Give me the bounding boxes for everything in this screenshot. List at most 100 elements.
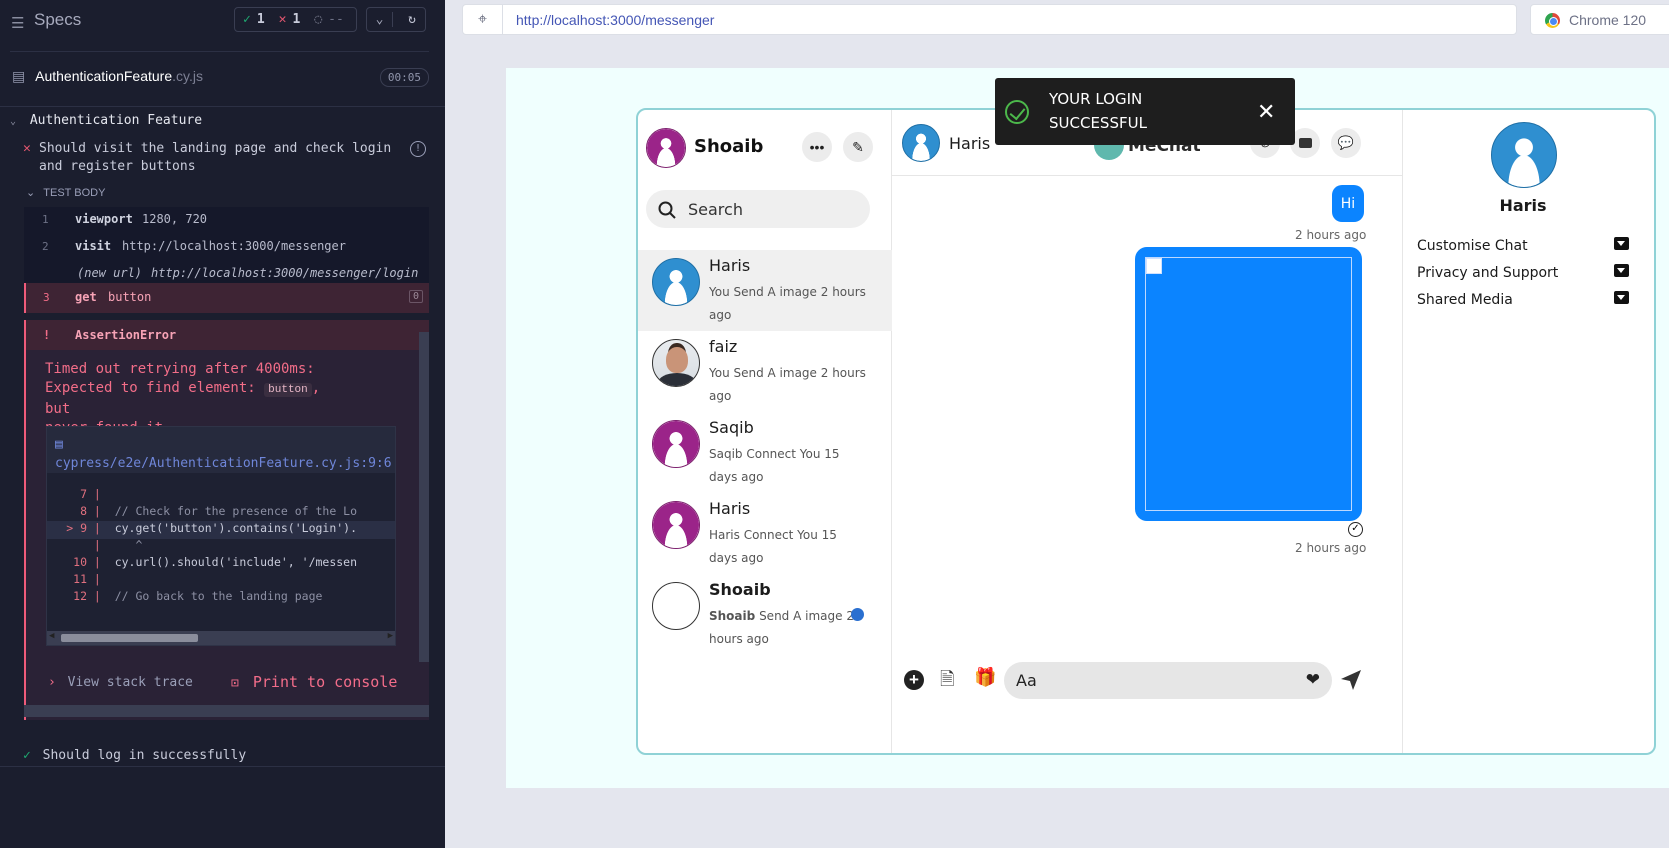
element-count-badge: 0 [408, 290, 423, 303]
error-line2-a: Expected to find element: [45, 380, 256, 396]
dropdown-icon[interactable] [1614, 291, 1629, 304]
message-time: 2 hours ago [1295, 228, 1367, 242]
scroll-left-icon[interactable]: ◀ [49, 631, 54, 641]
browser-selector[interactable]: Chrome 120 [1530, 4, 1669, 35]
info-icon[interactable]: ! [410, 141, 426, 157]
message-time: 2 hours ago [1295, 541, 1367, 555]
user-avatar[interactable] [646, 128, 686, 168]
url-bar[interactable]: ⌖ http://localhost:3000/messenger [462, 4, 1517, 35]
specs-title[interactable]: Specs [34, 10, 81, 30]
run-controls: ⌄ ↻ [366, 7, 426, 32]
chevron-down-icon[interactable]: ⌄ [367, 12, 394, 27]
contact-name: Haris [709, 499, 751, 518]
command-row[interactable]: 2 visit http://localhost:3000/messenger [24, 233, 429, 259]
contact-message-text: Saqib Connect You 15 days ago [709, 447, 840, 484]
code-gutter: | [87, 504, 101, 518]
code-line: | ^ [47, 538, 395, 556]
option-privacy-support[interactable]: Privacy and Support [1417, 265, 1558, 281]
code-line-text: // Go back to the landing page [100, 589, 323, 603]
vertical-scrollbar[interactable] [419, 332, 429, 662]
specs-list-icon[interactable]: ☰ [11, 14, 24, 32]
cmd-num: 2 [42, 240, 49, 253]
file-icon: ▤ [55, 437, 63, 452]
print-label: Print to console [252, 673, 398, 691]
code-line-text: cy.url().should('include', '/messen [100, 555, 358, 569]
spec-file-row[interactable]: ▤ AuthenticationFeature.cy.js 00:05 [12, 68, 429, 92]
divider [0, 106, 445, 107]
user-name: Shoaib [694, 136, 764, 157]
horizontal-scrollbar[interactable] [24, 705, 429, 717]
cmd-arg: 1280, 720 [142, 212, 208, 226]
contact-item[interactable]: Shoaib Shoaib Send A image 2 hours ago [638, 574, 892, 655]
contacts-column: Shoaib ••• ✎ Search Haris You Send A imag… [638, 110, 892, 753]
spec-duration: 00:05 [379, 68, 429, 87]
error-marker: ! [43, 328, 51, 342]
test-row-passed[interactable]: ✓ Should log in successfully [23, 748, 246, 763]
code-frame-path[interactable]: ▤ cypress/e2e/AuthenticationFeature.cy.j… [47, 427, 395, 473]
scrollbar-thumb[interactable] [61, 634, 198, 642]
edit-icon[interactable]: ✎ [843, 132, 873, 162]
contact-item[interactable]: faiz You Send A image 2 hours ago [638, 331, 892, 412]
more-icon[interactable]: ••• [802, 132, 832, 162]
gift-icon[interactable]: 🎁 [974, 667, 996, 688]
code-line-number: > 9 [66, 521, 87, 535]
scroll-right-icon[interactable]: ▶ [388, 631, 393, 641]
message-bubble: Hi [1332, 185, 1364, 222]
code-line-text: cy.get('button').contains('Login'). [100, 521, 358, 535]
pending-icon: ◌ [314, 12, 323, 27]
dropdown-icon[interactable] [1614, 264, 1629, 277]
check-icon: ✓ [243, 12, 251, 27]
code-line-text: ^ [100, 538, 143, 552]
code-gutter: | [87, 487, 101, 501]
option-shared-media[interactable]: Shared Media [1417, 292, 1513, 308]
pass-icon: ✓ [23, 748, 31, 763]
file-upload-icon[interactable]: 🗎 [940, 667, 954, 697]
failed-command-row[interactable]: 3 get button 0 [24, 283, 429, 313]
code-line: 10 | cy.url().should('include', '/messen [47, 555, 395, 573]
code-line-number: 7 [80, 487, 87, 501]
cmd-name: viewport [75, 212, 133, 226]
contact-item[interactable]: Haris You Send A image 2 hours ago [638, 250, 892, 331]
message-placeholder: Aa [1016, 671, 1037, 690]
send-icon[interactable] [1340, 669, 1362, 691]
add-icon[interactable]: + [904, 670, 924, 690]
seen-check-icon: ✓ [1348, 522, 1363, 537]
cmd-num: 1 [42, 213, 49, 226]
error-header: ! AssertionError [26, 320, 429, 350]
chat-column: Haris MeChat ✆ 💬 Hi 2 hours ago ✓ 2 hour… [892, 110, 1403, 753]
failed-count: 1 [292, 12, 301, 27]
contact-item[interactable]: Saqib Saqib Connect You 15 days ago [638, 412, 892, 493]
chat-bubble-icon[interactable]: 💬 [1331, 128, 1361, 158]
search-input[interactable]: Search [646, 190, 870, 228]
divider [10, 51, 429, 52]
selector-playground-icon[interactable]: ⌖ [463, 5, 503, 34]
file-icon: ▤ [12, 68, 26, 84]
print-to-console-button[interactable]: ⊡ Print to console [231, 673, 397, 691]
rerun-icon[interactable]: ↻ [399, 12, 425, 27]
code-line-number: 8 [80, 504, 87, 518]
contact-avatar [652, 339, 700, 387]
close-icon[interactable]: ✕ [1257, 99, 1275, 125]
contact-item[interactable]: Haris Haris Connect You 15 days ago [638, 493, 892, 574]
option-customise-chat[interactable]: Customise Chat [1417, 238, 1528, 254]
image-message[interactable] [1135, 247, 1362, 521]
dropdown-icon[interactable] [1614, 237, 1629, 250]
profile-column: Haris Customise Chat Privacy and Support… [1403, 110, 1654, 753]
spec-file-name: AuthenticationFeature [35, 68, 173, 84]
partner-avatar[interactable] [902, 124, 940, 162]
toast-line2: SUCCESSFUL [1049, 114, 1147, 132]
horizontal-scrollbar[interactable]: ◀ ▶ [47, 631, 395, 645]
heart-icon[interactable]: ❤ [1306, 670, 1320, 690]
error-code: button [264, 383, 312, 397]
messenger-app: Shoaib ••• ✎ Search Haris You Send A imag… [636, 108, 1656, 755]
unread-dot [851, 608, 864, 621]
test-body-header[interactable]: ⌄ TEST BODY [26, 186, 105, 199]
test2-title: Should log in successfully [42, 748, 247, 763]
contact-last-message: Shoaib Send A image 2 hours ago [709, 605, 869, 651]
suite-row[interactable]: ⌄ Authentication Feature [10, 113, 202, 128]
message-input[interactable]: Aa ❤ [1004, 662, 1332, 699]
code-path-text: cypress/e2e/AuthenticationFeature.cy.js:… [55, 456, 392, 471]
view-stack-trace[interactable]: › View stack trace [48, 675, 193, 690]
test-row-failed[interactable]: ✕ Should visit the landing page and chec… [23, 140, 403, 176]
command-row[interactable]: 1 viewport 1280, 720 [24, 206, 429, 232]
